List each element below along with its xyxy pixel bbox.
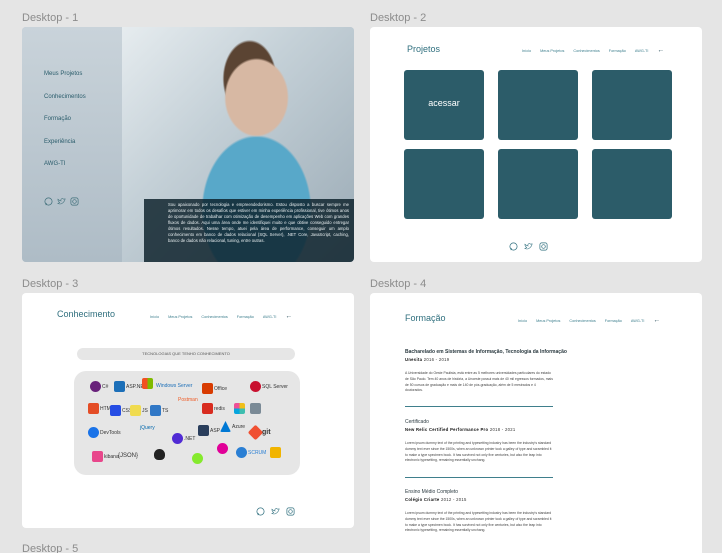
page-title: Projetos — [407, 44, 441, 54]
js-logo: JS — [130, 405, 148, 416]
education-subtitle: Colégio Criarte 2012 - 2015 — [405, 497, 467, 502]
nav-item-home[interactable]: Início — [518, 319, 527, 323]
technologies-banner: TECNOLOGIAS QUE TENHO CONHECIMENTO — [77, 348, 295, 360]
jquery-logo: jQuery — [140, 425, 155, 431]
linux-logo — [154, 449, 165, 460]
whatsapp-icon[interactable] — [44, 197, 53, 206]
nav-item-projects[interactable]: Meus Projetos — [536, 319, 560, 323]
section-divider — [405, 477, 553, 478]
windows-server-label: Windows Server — [156, 383, 193, 389]
nav-item-projects[interactable]: Meus Projetos — [168, 315, 192, 319]
devtools-logo: DevTools — [88, 427, 121, 438]
json-logo: {JSON} — [118, 453, 139, 459]
education-subtitle: New Relic Certified Performance Pro 2018… — [405, 427, 516, 432]
desktop4-frame[interactable]: Formação Início Meus Projetos Conhecimen… — [370, 293, 702, 553]
scrum-logo: SCRUM — [236, 447, 266, 458]
azure-logo: Azure — [220, 421, 245, 432]
nav-item-education[interactable]: Formação — [237, 315, 254, 319]
education-text: Lorem ipsum dummy text of the printing a… — [405, 441, 552, 463]
page-title: Conhecimento — [57, 309, 116, 319]
section-divider — [405, 406, 553, 407]
tile-access-label[interactable]: acessar — [404, 98, 484, 108]
education-text: Lorem ipsum dummy text of the printing a… — [405, 511, 552, 533]
swagger-logo — [192, 453, 203, 464]
education-title: Ensino Médio Completo — [405, 489, 459, 495]
project-tile[interactable]: acessar — [404, 70, 484, 140]
menu-item-projects[interactable]: Meus Projetos — [44, 71, 86, 94]
instagram-icon[interactable] — [286, 507, 295, 516]
back-arrow-icon[interactable]: ← — [653, 317, 660, 324]
project-tile[interactable] — [592, 149, 672, 219]
tool-logo — [250, 403, 261, 414]
social-links — [509, 242, 548, 251]
project-tile[interactable] — [498, 70, 578, 140]
side-menu: Meus Projetos Conhecimentos Formação Exp… — [44, 71, 86, 184]
top-nav: Início Meus Projetos Conhecimentos Forma… — [522, 47, 664, 54]
project-tile[interactable] — [498, 149, 578, 219]
csharp-logo: C# — [90, 381, 108, 392]
top-nav: Início Meus Projetos Conhecimentos Forma… — [518, 317, 660, 324]
page-title: Formação — [405, 313, 446, 323]
education-text: A Universidade do Oeste Paulista, está e… — [405, 371, 553, 393]
back-arrow-icon[interactable]: ← — [285, 313, 292, 320]
nav-item-projects[interactable]: Meus Projetos — [540, 49, 564, 53]
nav-item-knowledge[interactable]: Conhecimentos — [569, 319, 595, 323]
nav-item-awg[interactable]: AWG-TI — [635, 49, 649, 53]
desktop1-frame[interactable]: Meus Projetos Conhecimentos Formação Exp… — [22, 27, 354, 262]
kibana-logo: kibana — [92, 451, 119, 462]
twitter-icon[interactable] — [524, 242, 533, 251]
nav-item-home[interactable]: Início — [522, 49, 531, 53]
menu-item-awg[interactable]: AWG-TI — [44, 161, 86, 184]
bio-box: Sou apaixonado por tecnologia e empreend… — [144, 199, 354, 262]
menu-item-education[interactable]: Formação — [44, 116, 86, 139]
git-logo: git — [247, 424, 271, 441]
frame-label-desktop3: Desktop - 3 — [22, 278, 79, 290]
nav-item-awg[interactable]: AWG-TI — [631, 319, 645, 323]
sql-server-logo: SQL Server — [250, 381, 288, 392]
education-title: Certificado — [405, 419, 429, 425]
office-logo: Office — [202, 383, 227, 394]
postman-logo: Postman — [178, 397, 198, 403]
app-logo — [270, 447, 281, 458]
frame-label-desktop1: Desktop - 1 — [22, 12, 79, 24]
elastic-logo — [234, 403, 245, 414]
twitter-icon[interactable] — [271, 507, 280, 516]
frame-label-desktop5: Desktop - 5 — [22, 543, 79, 553]
menu-item-experience[interactable]: Experiência — [44, 139, 86, 162]
bio-text: Sou apaixonado por tecnologia e empreend… — [168, 202, 349, 243]
ts-logo: TS — [150, 405, 168, 416]
nav-item-awg[interactable]: AWG-TI — [263, 315, 277, 319]
instagram-icon[interactable] — [539, 242, 548, 251]
social-links — [256, 507, 295, 516]
nav-item-education[interactable]: Formação — [609, 49, 626, 53]
whatsapp-icon[interactable] — [256, 507, 265, 516]
asp-logo: ASP — [198, 425, 220, 436]
whatsapp-icon[interactable] — [509, 242, 518, 251]
windows-server-logo — [142, 378, 153, 389]
desktop3-frame[interactable]: Conhecimento Início Meus Projetos Conhec… — [22, 293, 354, 528]
graphql-logo — [217, 443, 228, 454]
css-logo: CSS — [110, 405, 132, 416]
education-subtitle: Unesita 2016 - 2019 — [405, 357, 450, 362]
dotnet-logo: .NET — [172, 433, 195, 444]
nav-item-education[interactable]: Formação — [605, 319, 622, 323]
menu-item-knowledge[interactable]: Conhecimentos — [44, 94, 86, 117]
frame-label-desktop2: Desktop - 2 — [370, 12, 427, 24]
nav-item-knowledge[interactable]: Conhecimentos — [573, 49, 599, 53]
social-links — [44, 197, 79, 206]
frame-label-desktop4: Desktop - 4 — [370, 278, 427, 290]
nav-item-knowledge[interactable]: Conhecimentos — [201, 315, 227, 319]
twitter-icon[interactable] — [57, 197, 66, 206]
redis-logo: redis — [202, 403, 225, 414]
desktop2-frame[interactable]: Projetos Início Meus Projetos Conhecimen… — [370, 27, 702, 262]
project-tile[interactable] — [592, 70, 672, 140]
project-tile[interactable] — [404, 149, 484, 219]
back-arrow-icon[interactable]: ← — [657, 47, 664, 54]
tech-logos-panel: C# ASP.NET Windows Server Office SQL Ser… — [74, 371, 300, 475]
education-title: Bacharelado em Sistemas de Informação, T… — [405, 349, 567, 355]
instagram-icon[interactable] — [70, 197, 79, 206]
nav-item-home[interactable]: Início — [150, 315, 159, 319]
top-nav: Início Meus Projetos Conhecimentos Forma… — [150, 313, 292, 320]
